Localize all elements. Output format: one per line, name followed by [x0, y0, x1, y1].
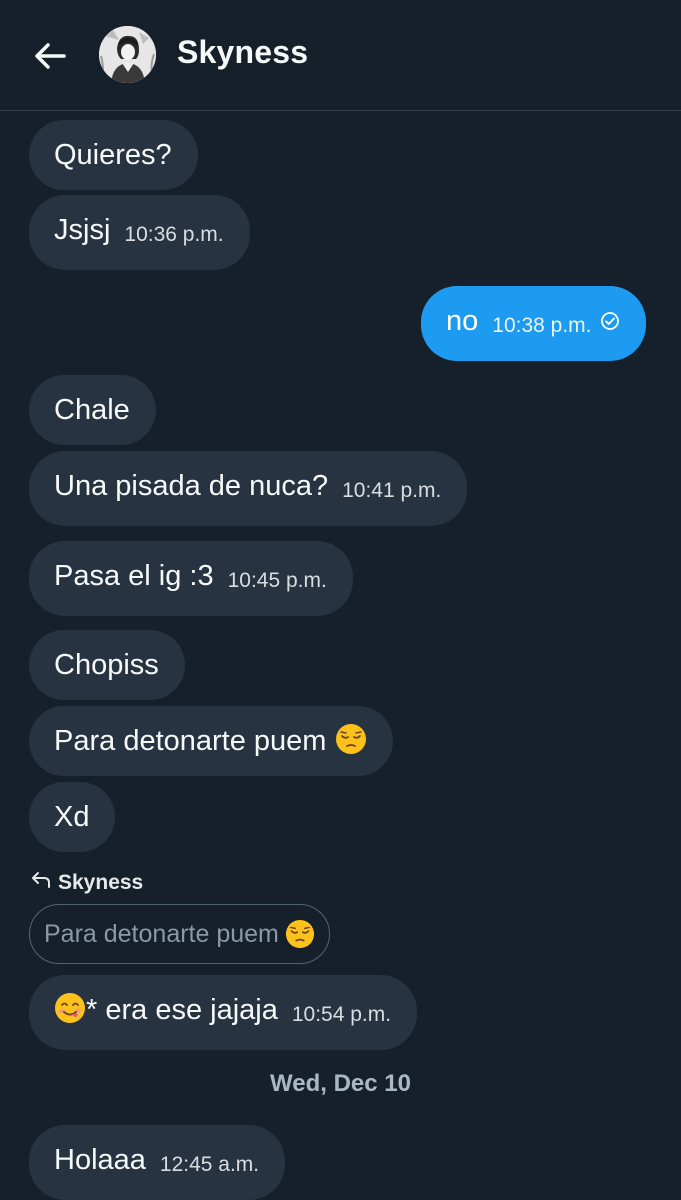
message-text: Jsjsj — [54, 214, 111, 246]
reply-context: Skyness — [30, 870, 143, 896]
message-bubble-incoming[interactable]: Pasa el ig :3 10:45 p.m. — [29, 541, 353, 616]
message-text: Holaaa — [54, 1144, 146, 1176]
message-bubble-incoming[interactable]: Holaaa 12:45 a.m. — [29, 1125, 286, 1200]
message-bubble-incoming[interactable]: Chale — [29, 375, 156, 445]
message-bubble-incoming[interactable]: Una pisada de nuca? 10:41 p.m. — [29, 451, 468, 526]
message-text: Una pisada de nuca? — [54, 470, 329, 502]
avatar[interactable] — [99, 26, 156, 83]
date-separator: Wed, Dec 10 — [270, 1070, 411, 1097]
reply-arrow-icon — [30, 870, 52, 896]
quoted-text: Para detonarte puem — [44, 919, 279, 948]
message-text: no — [446, 305, 479, 337]
message-bubble-incoming[interactable]: * era ese jajaja 10:54 p.m. — [29, 975, 418, 1050]
check-circle-icon — [600, 304, 620, 340]
reply-author: Skyness — [58, 871, 144, 894]
message-time: 10:41 p.m. — [342, 479, 442, 502]
message-time: 10:38 p.m. — [492, 314, 592, 337]
message-time: 12:45 a.m. — [159, 1153, 260, 1176]
quoted-message[interactable]: Para detonarte puem — [29, 904, 330, 964]
message-time: 10:36 p.m. — [124, 223, 224, 246]
message-text: Chale — [54, 394, 130, 426]
back-arrow-icon[interactable] — [30, 36, 70, 76]
message-time: 10:54 p.m. — [291, 1003, 392, 1026]
message-text: Xd — [54, 801, 90, 833]
pensive-face-emoji — [285, 919, 315, 949]
yum-face-emoji — [54, 992, 86, 1024]
message-bubble-incoming[interactable]: Quieres? — [29, 120, 198, 190]
message-bubble-incoming[interactable]: Para detonarte puem — [29, 706, 393, 776]
pensive-face-emoji — [335, 723, 367, 755]
message-bubble-incoming[interactable]: Chopiss — [29, 630, 185, 700]
message-time: 10:45 p.m. — [227, 569, 327, 592]
message-text: Chopiss — [54, 649, 159, 681]
conversation-header: Skyness — [0, 0, 681, 111]
message-text: Quieres? — [54, 139, 172, 171]
message-text: Pasa el ig :3 — [54, 560, 214, 592]
message-text: Para detonarte puem — [54, 725, 327, 757]
page-title: Skyness — [177, 34, 309, 70]
message-text: * era ese jajaja — [86, 994, 278, 1026]
message-bubble-incoming[interactable]: Xd — [29, 782, 116, 852]
message-bubble-incoming[interactable]: Jsjsj 10:36 p.m. — [29, 195, 250, 270]
message-bubble-outgoing[interactable]: no 10:38 p.m. — [421, 286, 646, 361]
